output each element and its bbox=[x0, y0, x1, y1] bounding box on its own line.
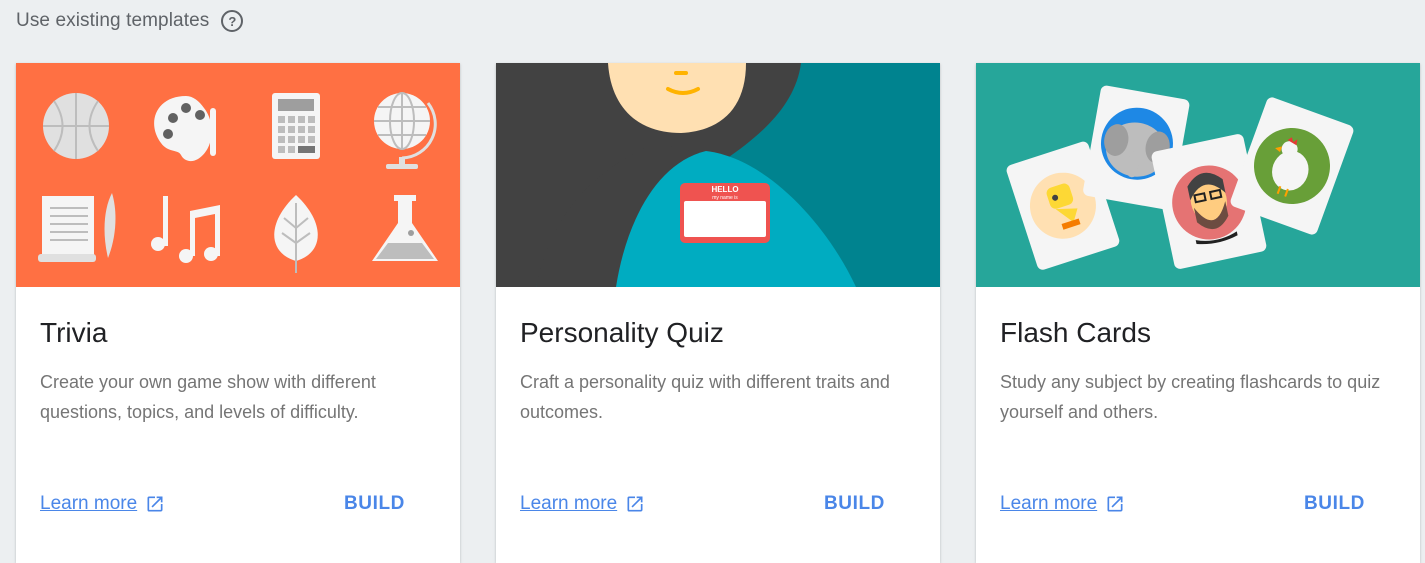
card-actions: Learn more BUILD bbox=[520, 493, 885, 515]
calculator-icon bbox=[272, 93, 320, 159]
card-description: Craft a personality quiz with different … bbox=[520, 372, 890, 422]
learn-more-label: Learn more bbox=[40, 493, 138, 514]
card-description: Create your own game show with different… bbox=[40, 372, 376, 422]
card-title: Personality Quiz bbox=[520, 317, 724, 348]
learn-more-link[interactable]: Learn more bbox=[40, 493, 165, 515]
open-in-new-icon bbox=[147, 496, 163, 512]
open-in-new-icon bbox=[1107, 496, 1123, 512]
section-header: Use existing templates ? bbox=[16, 8, 244, 34]
name-tag-hello: HELLO bbox=[711, 185, 738, 194]
card-actions: Learn more BUILD bbox=[40, 493, 405, 515]
section-title: Use existing templates bbox=[16, 10, 210, 31]
learn-more-label: Learn more bbox=[520, 493, 618, 514]
learn-more-label: Learn more bbox=[1000, 493, 1098, 514]
name-tag-icon: HELLO my name is bbox=[680, 183, 770, 243]
learn-more-link[interactable]: Learn more bbox=[1000, 493, 1125, 515]
build-button[interactable]: BUILD bbox=[344, 493, 405, 515]
open-in-new-icon bbox=[627, 496, 643, 512]
trivia-illustration bbox=[16, 63, 460, 287]
template-card-flash-cards[interactable]: Flash Cards Study any subject by creatin… bbox=[976, 63, 1420, 563]
basketball-icon bbox=[43, 93, 109, 159]
learn-more-link[interactable]: Learn more bbox=[520, 493, 645, 515]
card-title: Flash Cards bbox=[1000, 317, 1151, 348]
build-button[interactable]: BUILD bbox=[1304, 493, 1365, 515]
card-title: Trivia bbox=[40, 317, 108, 348]
personality-quiz-illustration: HELLO my name is bbox=[496, 63, 940, 287]
template-card-personality-quiz[interactable]: HELLO my name is Personality Quiz Craft … bbox=[496, 63, 940, 563]
help-icon[interactable]: ? bbox=[221, 10, 244, 32]
flash-cards-illustration bbox=[976, 63, 1420, 287]
template-card-trivia[interactable]: Trivia Create your own game show with di… bbox=[16, 63, 460, 563]
card-description: Study any subject by creating flashcards… bbox=[1000, 372, 1381, 422]
card-actions: Learn more BUILD bbox=[1000, 493, 1365, 515]
build-button[interactable]: BUILD bbox=[824, 493, 885, 515]
name-tag-subtitle: my name is bbox=[712, 195, 738, 201]
